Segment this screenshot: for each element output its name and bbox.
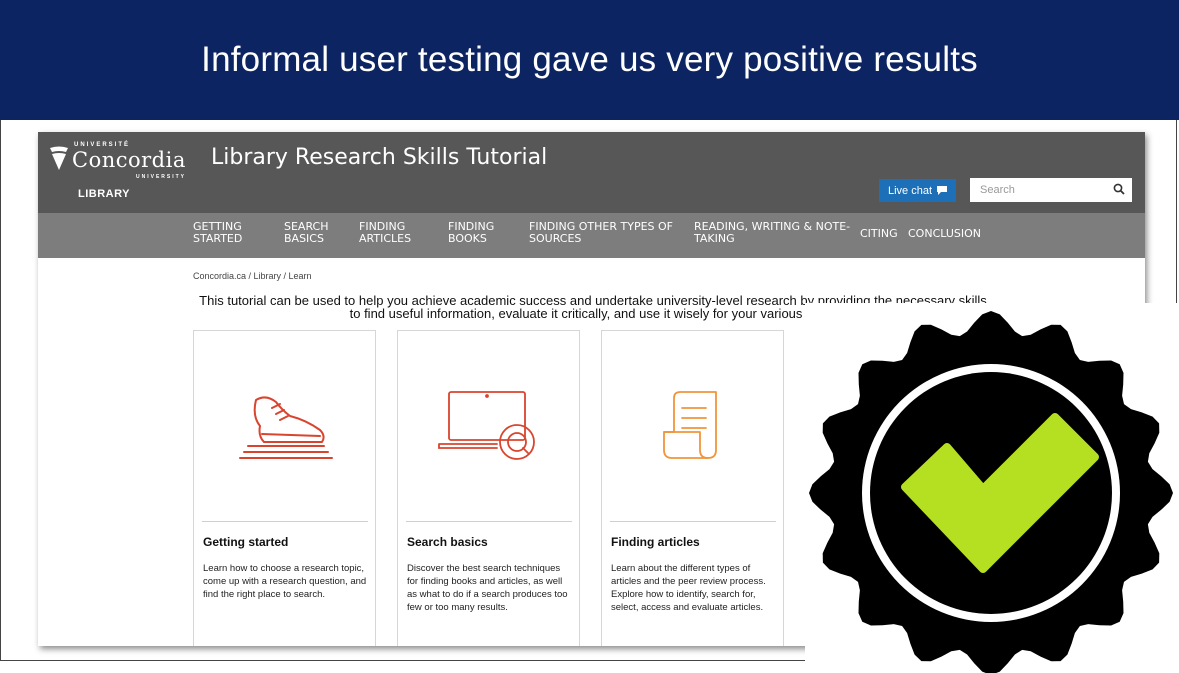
site-header: UNIVERSITÉ Concordia UNIVERSITY LIBRARY … [38, 132, 1145, 213]
nav-reading-writing[interactable]: READING, WRITING & NOTE-TAKING [694, 221, 854, 245]
card-divider [406, 521, 572, 522]
checkmark-badge-icon [809, 311, 1173, 673]
card-illustration [602, 331, 785, 521]
search-icon[interactable] [1113, 183, 1125, 195]
concordia-logo[interactable]: UNIVERSITÉ Concordia UNIVERSITY LIBRARY [48, 140, 188, 206]
card-getting-started[interactable]: Getting started Learn how to choose a re… [193, 330, 376, 646]
running-shoe-icon [238, 396, 333, 459]
card-title[interactable]: Search basics [407, 535, 488, 549]
site-title[interactable]: Library Research Skills Tutorial [211, 145, 547, 170]
nav-search-basics[interactable]: SEARCH BASICS [284, 221, 344, 245]
logo-library-text: LIBRARY [78, 188, 130, 200]
card-illustration [398, 331, 581, 521]
live-chat-label: Live chat [887, 184, 933, 197]
nav-conclusion[interactable]: CONCLUSION [908, 228, 981, 240]
laptop-magnifier-icon [437, 391, 535, 460]
card-description: Learn about the different types of artic… [611, 563, 766, 613]
nav-citing[interactable]: CITING [860, 228, 898, 240]
search-input[interactable] [978, 179, 1112, 201]
card-divider [202, 521, 368, 522]
card-title[interactable]: Finding articles [611, 535, 700, 549]
breadcrumb[interactable]: Concordia.ca / Library / Learn [193, 271, 312, 281]
nav-finding-books[interactable]: FINDING BOOKS [448, 221, 508, 245]
card-title[interactable]: Getting started [203, 535, 288, 549]
card-divider [610, 521, 776, 522]
slide-header: Informal user testing gave us very posit… [0, 0, 1179, 120]
crest-icon [50, 146, 68, 170]
main-nav: GETTING STARTED SEARCH BASICS FINDING AR… [38, 213, 1145, 258]
card-description: Discover the best search techniques for … [407, 563, 568, 613]
chat-bubble-icon [937, 186, 948, 195]
card-finding-articles[interactable]: Finding articles Learn about the differe… [601, 330, 784, 646]
card-illustration [194, 331, 377, 521]
card-search-basics[interactable]: Search basics Discover the best search t… [397, 330, 580, 646]
logo-wordmark: Concordia [72, 148, 186, 172]
live-chat-button[interactable]: Live chat [879, 179, 956, 202]
document-scroll-icon [662, 391, 717, 459]
slide-title: Informal user testing gave us very posit… [201, 40, 978, 79]
nav-getting-started[interactable]: GETTING STARTED [193, 221, 263, 245]
nav-finding-other-sources[interactable]: FINDING OTHER TYPES OF SOURCES [529, 221, 679, 245]
checkmark-badge [805, 303, 1177, 673]
card-description: Learn how to choose a research topic, co… [203, 563, 367, 600]
nav-finding-articles[interactable]: FINDING ARTICLES [359, 221, 429, 245]
logo-university-text: UNIVERSITY [136, 174, 187, 180]
search-box[interactable] [970, 178, 1132, 202]
